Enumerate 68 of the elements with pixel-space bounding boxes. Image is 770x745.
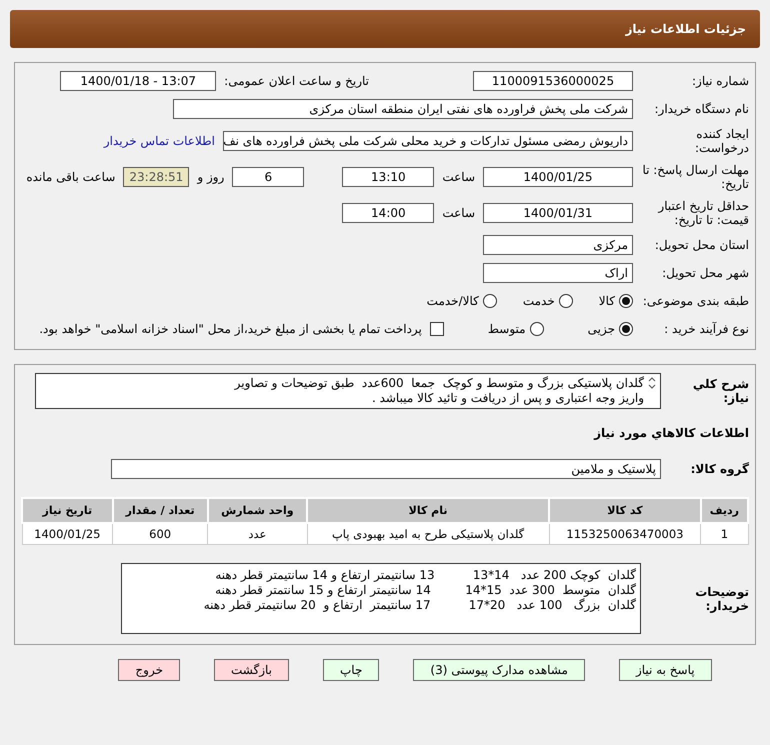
notes-text: گلدان کوچک 200 عدد 14*13 13 سانتیمتر ارتفاع و 14 سانتیمتر قطر دهنه [214, 568, 636, 583]
radio-label: کالا [598, 294, 615, 308]
requester-label: ایجاد کننده درخواست: [694, 127, 749, 155]
scroll-arrows-icon[interactable] [648, 376, 656, 390]
radio-button[interactable] [558, 294, 573, 308]
notes-text: گلدان بزرگ 100 عدد 20*17 17 سانتیمتر ارتفاع و 20 سانتیمتر قطر دهنه [202, 598, 636, 613]
countdown-field: 23:28:51 [123, 167, 190, 187]
deadline-time-field: 13:10 [342, 167, 434, 187]
days-label: روز و [197, 170, 224, 184]
summary-text: گلدان پلاستیکی بزرگ و متوسط و کوچک جمعا 600عدد طبق توضیحات و تصاویر [234, 376, 644, 391]
column-header: تعداد / مقدار [112, 498, 208, 523]
need-number-label: شماره نیاز: [691, 74, 749, 88]
radio-label: جزیی [588, 322, 615, 336]
announce-label: تاریخ و ساعت اعلان عمومی: [224, 74, 369, 88]
goods-group-field: پلاستیک و ملامین [111, 459, 661, 479]
table-cell: گلدان پلاستیکی طرح به امید بهبودی پاپ [307, 523, 550, 544]
radio-button[interactable] [530, 322, 544, 336]
requester-field: داریوش رمضی مسئول تدارکات و خرید محلی شرکت ملی پخش فراورده های نف [223, 131, 633, 151]
radio-button[interactable] [482, 294, 497, 308]
buyer-field: شرکت ملی پخش فراورده های نفتی ایران منطقه استان مرکزی [173, 99, 633, 119]
column-header: تاریخ نیاز [22, 498, 113, 523]
action-button[interactable]: پاسخ به نیاز [618, 659, 712, 681]
page-title: جزئیات اطلاعات نیاز [10, 10, 760, 48]
province-label: استان محل تحویل: [654, 238, 749, 252]
radio-label: متوسط [488, 322, 526, 336]
table-cell: 1 [700, 523, 748, 544]
announce-field: 1400/01/18 - 13:07 [60, 71, 216, 91]
goods-group-label: گروه کالا: [690, 462, 749, 476]
column-header: واحد شمارش [208, 498, 308, 523]
time-label: ساعت [442, 170, 475, 184]
action-button[interactable]: بازگشت [214, 659, 289, 681]
action-button[interactable]: خروج [118, 659, 180, 681]
radio-button[interactable] [619, 322, 633, 336]
action-button[interactable]: مشاهده مدارک پیوستی (3) [413, 659, 585, 681]
section-title: اطلاعات کالاهاي مورد نياز [594, 426, 749, 440]
category-label: طبقه بندی موضوعی: [642, 294, 749, 308]
column-header: نام کالا [307, 498, 550, 523]
table-cell: عدد [208, 523, 308, 544]
table-cell: 1400/01/25 [22, 523, 113, 544]
summary-label: شرح کلي نياز: [692, 377, 749, 405]
radio-button[interactable] [619, 294, 633, 308]
table-cell: 1153250063470003 [549, 523, 701, 544]
time-label: ساعت [442, 206, 475, 220]
city-field: اراک [483, 263, 633, 283]
buyer-label: نام دستگاه خریدار: [654, 102, 749, 116]
validity-date-field: 1400/01/31 [483, 203, 633, 223]
process-label: نوع فرآیند خرید : [663, 322, 749, 336]
column-header: کد کالا [549, 498, 701, 523]
days-field: 6 [232, 167, 304, 187]
remaining-label: ساعت باقی مانده [26, 170, 116, 184]
table-cell: 600 [112, 523, 208, 544]
notes-text: گلدان متوسط 300 عدد 15*14 14 سانتیمتر ارتفاع و 15 سانتمتر قطر دهنه [214, 583, 636, 598]
summary-text: واریز وجه اعتباری و پس از دریافت و تائید کالا میباشد . [370, 391, 644, 406]
checkbox[interactable] [430, 322, 444, 336]
province-field: مرکزی [483, 235, 633, 255]
contact-link[interactable]: اطلاعات تماس خریدار [104, 134, 215, 148]
deadline-date-field: 1400/01/25 [483, 167, 633, 187]
deadline-label: مهلت ارسال پاسخ: تا تاریخ: [641, 163, 749, 191]
action-button[interactable]: چاپ [323, 659, 380, 681]
column-header: ردیف [700, 498, 748, 523]
notes-label: توضیحات خریدار: [694, 584, 749, 612]
radio-label: کالا/خدمت [426, 294, 479, 308]
validity-time-field: 14:00 [342, 203, 434, 223]
need-number-field: 1100091536000025 [473, 71, 633, 91]
treasury-label: پرداخت تمام یا بخشی از مبلغ خرید،از محل "اسناد خزانه اسلامی" خواهد بود. [39, 322, 422, 336]
radio-label: خدمت [522, 294, 555, 308]
city-label: شهر محل تحویل: [661, 266, 749, 280]
validity-label: حداقل تاریخ اعتبار قیمت: تا تاریخ: [656, 199, 749, 227]
